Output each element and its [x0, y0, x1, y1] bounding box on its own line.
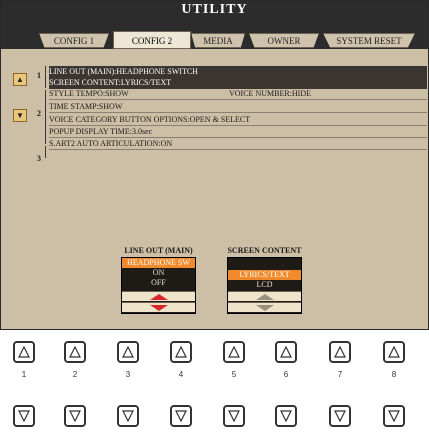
tab-media[interactable]: MEDIA — [191, 33, 245, 48]
triangle-up-icon — [228, 346, 240, 358]
list-item[interactable]: STYLE TEMPO:SHOW VOICE NUMBER:HIDE — [49, 88, 427, 100]
screen-title: UTILITY — [1, 1, 428, 19]
line-out-options: HEADPHONE SW ON OFF — [121, 257, 196, 314]
tab-bar: CONFIG 1 CONFIG 2 MEDIA OWNER SYSTEM RES… — [1, 19, 428, 49]
panel-button-number: 3 — [125, 370, 131, 379]
display-screen: UTILITY CONFIG 1 CONFIG 2 MEDIA OWNER SY… — [0, 0, 429, 330]
tab-system-reset[interactable]: SYSTEM RESET — [323, 33, 415, 48]
list-item[interactable]: S.ART2 AUTO ARTICULATION:ON — [49, 138, 427, 150]
screen-content-label: SCREEN CONTENT — [227, 246, 302, 255]
panel-down-button-5[interactable] — [223, 405, 245, 427]
panel-up-button-5[interactable] — [223, 341, 245, 363]
tab-config-2[interactable]: CONFIG 2 — [113, 31, 191, 49]
triangle-up-icon — [334, 346, 346, 358]
triangle-down-icon — [280, 410, 292, 422]
triangle-up-icon — [122, 346, 134, 358]
list-item[interactable]: VOICE CATEGORY BUTTON OPTIONS:OPEN & SEL… — [49, 114, 427, 126]
panel-button-number: 7 — [337, 370, 343, 379]
group-number-1: 1 — [37, 71, 41, 80]
line-out-label: LINE OUT (MAIN) — [124, 246, 193, 255]
panel-down-button-1[interactable] — [13, 405, 35, 427]
panel-button-number: 5 — [231, 370, 237, 379]
line-out-selector: LINE OUT (MAIN) HEADPHONE SW ON OFF — [121, 245, 196, 314]
list-item[interactable]: TIME STAMP:SHOW — [49, 101, 427, 113]
group-divider — [45, 146, 46, 158]
panel-up-button-4[interactable] — [170, 341, 192, 363]
tab-config-1[interactable]: CONFIG 1 — [39, 33, 109, 48]
triangle-up-icon — [18, 346, 30, 358]
group-number-3: 3 — [37, 154, 41, 163]
triangle-up-icon — [175, 346, 187, 358]
list-item[interactable]: POPUP DISPLAY TIME:3.0sec — [49, 126, 427, 138]
panel-down-button-7[interactable] — [329, 405, 351, 427]
panel-up-button-6[interactable] — [275, 341, 297, 363]
triangle-down-icon — [388, 410, 400, 422]
triangle-up-icon — [388, 346, 400, 358]
panel-up-button-3[interactable] — [117, 341, 139, 363]
triangle-up-icon — [69, 346, 81, 358]
panel-button-number: 2 — [72, 370, 78, 379]
panel-button-number: 4 — [178, 370, 184, 379]
screen-content-options: LYRICS/TEXT LCD — [227, 257, 302, 314]
line-out-down-arrow[interactable] — [122, 302, 195, 312]
screen-content-up-arrow[interactable] — [228, 291, 301, 301]
triangle-up-icon — [280, 346, 292, 358]
option-lcd[interactable]: LCD — [228, 280, 301, 290]
option-headphone-sw[interactable]: HEADPHONE SW — [122, 258, 195, 268]
group-number-2: 2 — [37, 109, 41, 118]
triangle-up-icon — [149, 293, 168, 300]
triangle-up-icon: ▲ — [16, 75, 24, 84]
panel-button-number: 6 — [283, 370, 289, 379]
panel-up-button-7[interactable] — [329, 341, 351, 363]
panel-buttons: 1 2 3 4 5 6 7 8 — [0, 333, 429, 436]
panel-button-number: 8 — [391, 370, 397, 379]
option-off[interactable]: OFF — [122, 278, 195, 288]
triangle-down-icon — [334, 410, 346, 422]
triangle-down-icon — [228, 410, 240, 422]
triangle-down-icon — [122, 410, 134, 422]
panel-down-button-4[interactable] — [170, 405, 192, 427]
group-divider — [45, 90, 46, 144]
screen-content-down-arrow[interactable] — [228, 302, 301, 312]
option-on[interactable]: ON — [122, 268, 195, 278]
panel-down-button-6[interactable] — [275, 405, 297, 427]
group-divider — [45, 66, 46, 88]
line-out-up-arrow[interactable] — [122, 291, 195, 301]
panel-button-number: 1 — [21, 370, 27, 379]
triangle-down-icon — [255, 304, 274, 311]
triangle-down-icon — [149, 304, 168, 311]
scroll-up-button[interactable]: ▲ — [13, 73, 27, 86]
triangle-up-icon — [255, 293, 274, 300]
panel-up-button-8[interactable] — [383, 341, 405, 363]
screen-content-selector: SCREEN CONTENT LYRICS/TEXT LCD — [227, 245, 302, 314]
tab-owner[interactable]: OWNER — [249, 33, 319, 48]
panel-up-button-1[interactable] — [13, 341, 35, 363]
triangle-down-icon — [175, 410, 187, 422]
triangle-down-icon — [18, 410, 30, 422]
panel-up-button-2[interactable] — [64, 341, 86, 363]
panel-down-button-2[interactable] — [64, 405, 86, 427]
triangle-down-icon: ▼ — [16, 111, 24, 120]
scroll-down-button[interactable]: ▼ — [13, 109, 27, 122]
triangle-down-icon — [69, 410, 81, 422]
panel-down-button-8[interactable] — [383, 405, 405, 427]
option-lyrics-text[interactable]: LYRICS/TEXT — [228, 270, 301, 280]
panel-down-button-3[interactable] — [117, 405, 139, 427]
